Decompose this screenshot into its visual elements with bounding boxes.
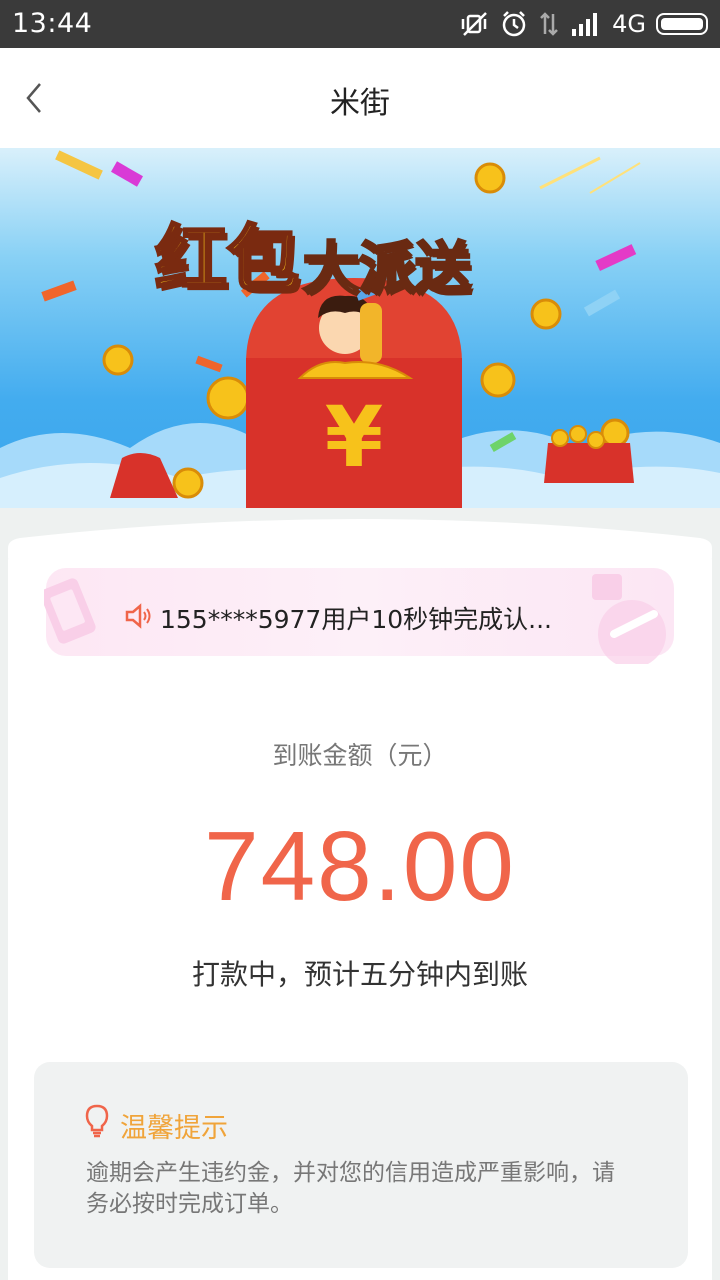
network-type: 4G <box>612 10 646 38</box>
amount-value: 748.00 <box>204 811 516 921</box>
banner-title-big: 红包 <box>153 216 300 303</box>
speaker-icon <box>125 603 151 629</box>
ticker-text: 155****5977用户10秒钟完成认... <box>160 605 552 634</box>
lightbulb-icon <box>85 1104 109 1138</box>
amount-label: 到账金额（元） <box>272 741 448 770</box>
tip-title: 温馨提示 <box>120 1113 228 1144</box>
banner-title-small: 大派送 <box>302 236 473 304</box>
phone-deco-icon <box>44 578 96 644</box>
tip-body: 逾期会产生违约金，并对您的信用造成严重影响，请务必按时完成订单。 <box>86 1160 615 1217</box>
promo-banner: ¥ 红包 大派送 <box>0 148 720 508</box>
page-title: 米街 <box>330 86 390 121</box>
alarm-icon <box>502 11 526 37</box>
banner-title: 红包 大派送 <box>153 200 473 305</box>
status-time: 13:44 <box>12 8 93 39</box>
status-bar: 13:44 4G <box>0 0 720 48</box>
yen-symbol: ¥ <box>325 388 383 486</box>
payment-status: 打款中，预计五分钟内到账 <box>191 958 528 991</box>
bag-deco-icon <box>592 574 666 664</box>
signal-icon <box>572 13 598 36</box>
battery-icon <box>656 13 708 35</box>
status-icons: 4G <box>460 9 708 39</box>
mute-vibrate-icon <box>461 12 488 36</box>
data-arrows-icon <box>540 12 559 36</box>
nav-bar: 米街 <box>0 48 720 148</box>
